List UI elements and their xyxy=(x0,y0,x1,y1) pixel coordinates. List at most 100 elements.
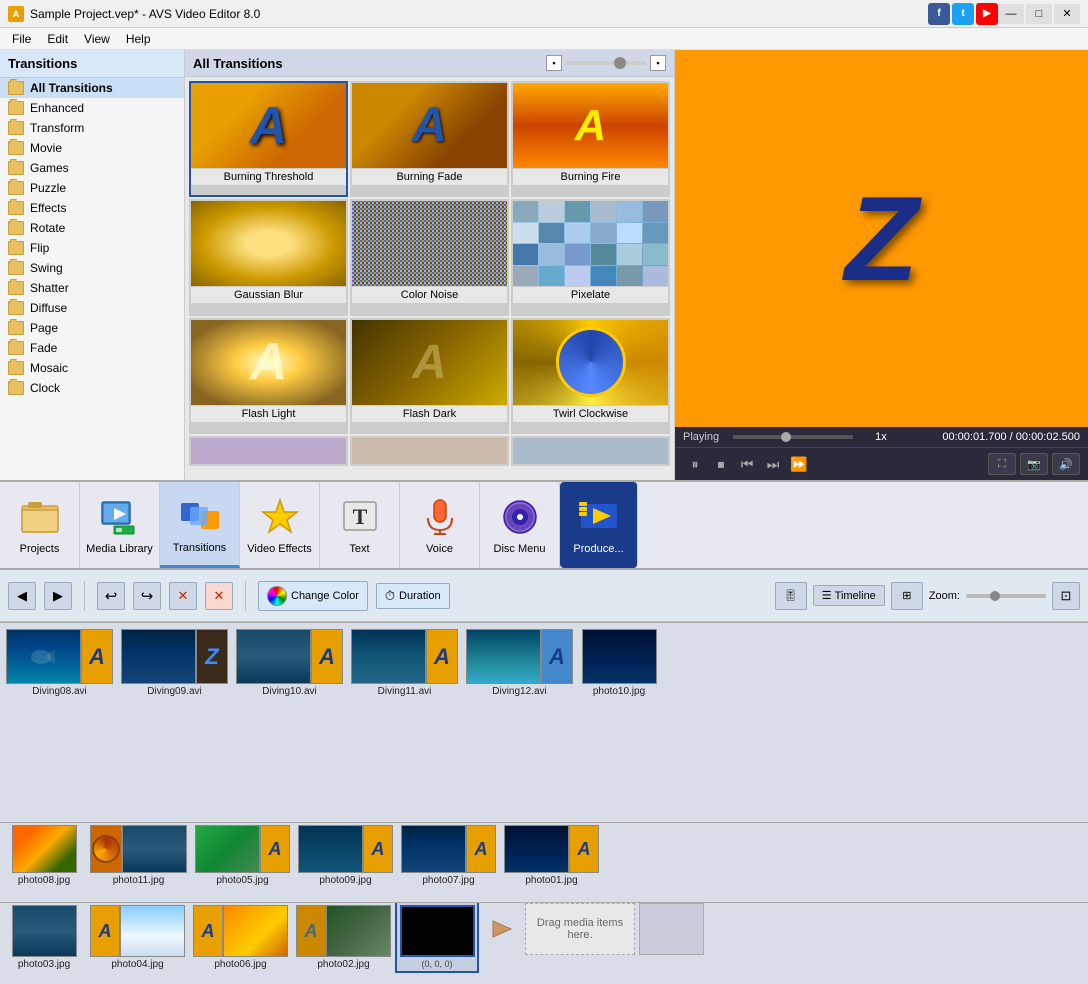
sidebar-item-flip[interactable]: Flip xyxy=(0,238,184,258)
media-item-photo07[interactable]: A photo07.jpg xyxy=(399,823,498,888)
volume-button[interactable]: 🔊 xyxy=(1052,453,1080,475)
media-item-photo11[interactable]: photo11.jpg xyxy=(88,823,189,888)
playback-slider[interactable] xyxy=(733,435,853,439)
sidebar-item-clock[interactable]: Clock xyxy=(0,378,184,398)
youtube-button[interactable]: ▶ xyxy=(976,3,998,25)
snapshot-button[interactable]: 📷 xyxy=(1020,453,1048,475)
transition-burning-threshold[interactable]: A Burning Threshold xyxy=(189,81,348,197)
media-item-diving11[interactable]: A Diving11.avi xyxy=(349,627,460,699)
sidebar-label: Effects xyxy=(30,201,66,215)
close-button[interactable]: ✕ xyxy=(1054,4,1080,24)
sidebar-item-diffuse[interactable]: Diffuse xyxy=(0,298,184,318)
fullscreen-button[interactable]: ⛶ xyxy=(988,453,1016,475)
transition-extra-1[interactable] xyxy=(189,436,348,466)
undo-button[interactable]: ↩ xyxy=(97,582,125,610)
media-item-diving09[interactable]: Z Diving09.avi xyxy=(119,627,230,699)
remove-button[interactable]: ✕ xyxy=(169,582,197,610)
next-frame-button[interactable]: ⏭ xyxy=(761,452,785,476)
media-thumb xyxy=(223,905,288,957)
sidebar-item-movie[interactable]: Movie xyxy=(0,138,184,158)
sidebar-item-all-transitions[interactable]: All Transitions xyxy=(0,78,184,98)
media-item-photo02[interactable]: A photo02.jpg xyxy=(294,903,393,972)
redo-button[interactable]: ↪ xyxy=(133,582,161,610)
minimize-button[interactable]: — xyxy=(998,4,1024,24)
produce-button[interactable]: Produce... xyxy=(560,482,638,568)
duration-button[interactable]: ⏱ Duration xyxy=(376,583,450,609)
facebook-button[interactable]: f xyxy=(928,3,950,25)
stop-button[interactable]: ⏹ xyxy=(709,452,733,476)
grid-size-slider[interactable] xyxy=(566,61,646,65)
sidebar-item-effects[interactable]: Effects xyxy=(0,198,184,218)
play-pause-button[interactable]: ⏸ xyxy=(683,452,707,476)
text-button[interactable]: T Text xyxy=(320,482,400,568)
sidebar-item-mosaic[interactable]: Mosaic xyxy=(0,358,184,378)
video-effects-button[interactable]: Video Effects xyxy=(240,482,320,568)
transition-flash-dark[interactable]: A Flash Dark xyxy=(350,318,509,434)
sidebar-item-enhanced[interactable]: Enhanced xyxy=(0,98,184,118)
menu-edit[interactable]: Edit xyxy=(39,30,76,48)
media-item-photo09[interactable]: A photo09.jpg xyxy=(296,823,395,888)
disc-menu-button[interactable]: Disc Menu xyxy=(480,482,560,568)
change-color-button[interactable]: Change Color xyxy=(258,581,368,611)
zoom-slider[interactable] xyxy=(966,594,1046,598)
sidebar-item-games[interactable]: Games xyxy=(0,158,184,178)
folder-icon xyxy=(8,321,24,335)
prev-frame-button[interactable]: ⏮ xyxy=(735,452,759,476)
projects-button[interactable]: Projects xyxy=(0,482,80,568)
media-item-photo05[interactable]: A photo05.jpg xyxy=(193,823,292,888)
sidebar-item-transform[interactable]: Transform xyxy=(0,118,184,138)
transition-burning-fade[interactable]: A Burning Fade xyxy=(350,81,509,197)
trans-a: A xyxy=(578,839,591,860)
media-item-photo08[interactable] xyxy=(503,697,583,701)
transition-label: Burning Fade xyxy=(352,168,507,185)
media-item-photo04[interactable]: A photo04.jpg xyxy=(88,903,187,972)
nav-forward-button[interactable]: ▶ xyxy=(44,582,72,610)
media-item-photo06[interactable]: A photo06.jpg xyxy=(191,903,290,972)
transition-color-noise[interactable]: Color Noise xyxy=(350,199,509,315)
maximize-button[interactable]: □ xyxy=(1026,4,1052,24)
transition-small: A xyxy=(363,825,393,873)
sidebar-item-puzzle[interactable]: Puzzle xyxy=(0,178,184,198)
trans-letter: Z xyxy=(205,644,218,670)
transition-extra-3[interactable] xyxy=(511,436,670,466)
timeline-view-button[interactable]: ☰ Timeline xyxy=(813,585,885,606)
media-item-black-selected[interactable]: (0, 0, 0) xyxy=(397,903,477,971)
transition-burning-fire[interactable]: A Burning Fire xyxy=(511,81,670,197)
sidebar-item-fade[interactable]: Fade xyxy=(0,338,184,358)
media-library-button[interactable]: Media Library xyxy=(80,482,160,568)
media-item-diving10[interactable]: A Diving10.avi xyxy=(234,627,345,699)
twitter-button[interactable]: t xyxy=(952,3,974,25)
nav-back-button[interactable]: ◀ xyxy=(8,582,36,610)
cancel-button[interactable]: ✕ xyxy=(205,582,233,610)
transitions-grid: A Burning Threshold A Burning Fade A Bur… xyxy=(185,77,674,480)
transition-twirl-clockwise[interactable]: Twirl Clockwise xyxy=(511,318,670,434)
menu-file[interactable]: File xyxy=(4,30,39,48)
media-item-photo03[interactable]: photo03.jpg xyxy=(4,903,84,972)
transition-extra-2[interactable] xyxy=(350,436,509,466)
twirl-inner xyxy=(556,327,626,397)
transition-pixelate[interactable]: Pixelate xyxy=(511,199,670,315)
fast-forward-button[interactable]: ⏩ xyxy=(787,452,811,476)
pix-grid xyxy=(513,201,668,286)
sidebar-item-rotate[interactable]: Rotate xyxy=(0,218,184,238)
voice-button[interactable]: Voice xyxy=(400,482,480,568)
media-item-photo10[interactable]: photo10.jpg xyxy=(579,627,659,699)
media-item-diving12[interactable]: A Diving12.avi xyxy=(464,627,575,699)
sidebar-item-swing[interactable]: Swing xyxy=(0,258,184,278)
transitions-button[interactable]: Transitions xyxy=(160,482,240,568)
transition-gaussian-blur[interactable]: Gaussian Blur xyxy=(189,199,348,315)
expand-button[interactable]: ⊞ xyxy=(891,582,923,610)
grid-view-small-icon[interactable]: ▪ xyxy=(546,55,562,71)
menu-help[interactable]: Help xyxy=(118,30,159,48)
timeline-controls: ◀ ▶ ↩ ↪ ✕ ✕ Change Color ⏱ Duration 🎚 ☰ … xyxy=(0,570,1088,622)
audio-mixer-button[interactable]: 🎚 xyxy=(775,582,807,610)
grid-view-large-icon[interactable]: ▪ xyxy=(650,55,666,71)
media-item-photo01[interactable]: A photo01.jpg xyxy=(502,823,601,888)
media-item-photo08-r2[interactable]: photo08.jpg xyxy=(4,823,84,888)
media-item-diving08[interactable]: A Diving08.avi xyxy=(4,627,115,699)
fit-view-button[interactable]: ⊡ xyxy=(1052,582,1080,610)
transition-flash-light[interactable]: A Flash Light xyxy=(189,318,348,434)
sidebar-item-shatter[interactable]: Shatter xyxy=(0,278,184,298)
menu-view[interactable]: View xyxy=(76,30,118,48)
sidebar-item-page[interactable]: Page xyxy=(0,318,184,338)
